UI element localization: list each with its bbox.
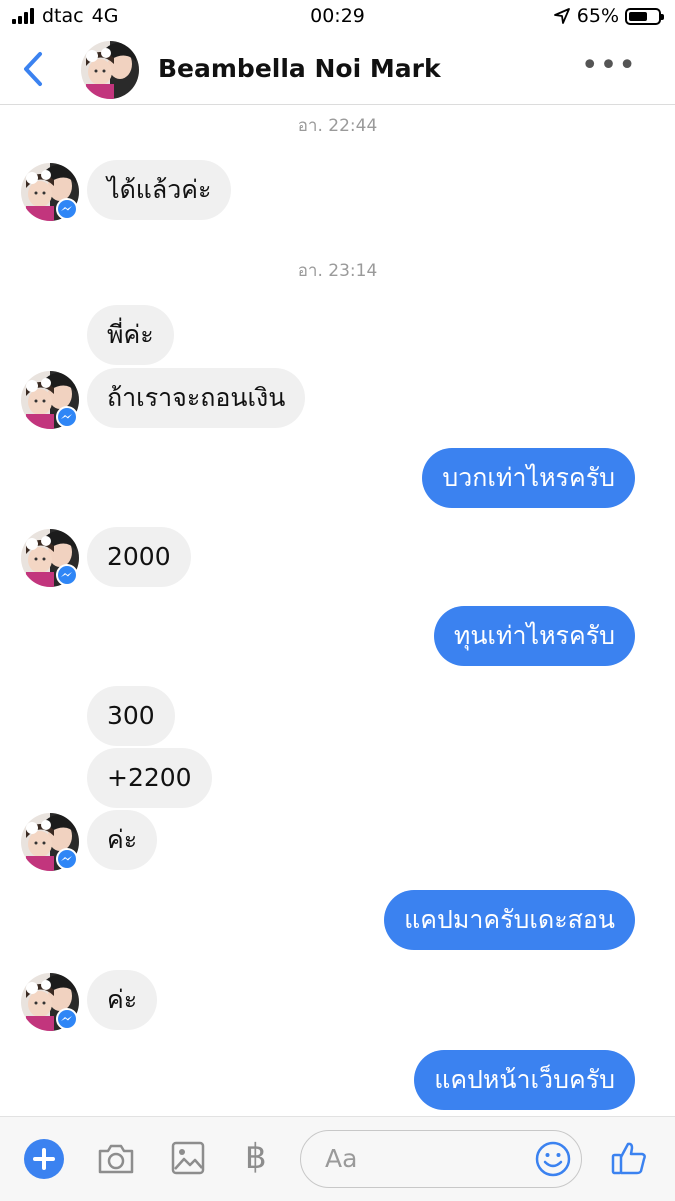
- incoming-message[interactable]: +2200: [87, 748, 212, 808]
- composer-bar: ฿ Aa: [0, 1116, 675, 1201]
- timestamp: อา. 22:44: [297, 116, 378, 136]
- gallery-icon[interactable]: [171, 1141, 205, 1175]
- incoming-message[interactable]: ถ้าเราจะถอนเงิน: [87, 368, 306, 428]
- outgoing-message[interactable]: บวกเท่าไหรครับ: [422, 448, 635, 508]
- outgoing-message[interactable]: ทุนเท่าไหรครับ: [433, 606, 635, 666]
- conversation-header: Beambella Noi Mark •••: [0, 34, 675, 105]
- timestamp: อา. 23:14: [297, 261, 378, 281]
- thumbs-up-icon[interactable]: [610, 1139, 648, 1177]
- battery-percent: 65%: [576, 5, 619, 27]
- status-right: 65%: [553, 5, 664, 27]
- incoming-message[interactable]: พี่ค่ะ: [87, 305, 174, 365]
- messenger-badge-icon: [55, 847, 79, 871]
- status-bar: dtac 4G 00:29 65%: [0, 0, 675, 34]
- emoji-icon[interactable]: [535, 1141, 571, 1177]
- incoming-message[interactable]: ค่ะ: [87, 970, 158, 1030]
- battery-icon: [625, 7, 664, 25]
- baht-icon[interactable]: ฿: [245, 1137, 267, 1177]
- incoming-message[interactable]: ได้แล้วค่ะ: [87, 160, 232, 220]
- contact-avatar[interactable]: [80, 40, 140, 100]
- incoming-message[interactable]: 300: [87, 686, 175, 746]
- incoming-message[interactable]: 2000: [87, 527, 191, 587]
- messenger-badge-icon: [55, 1007, 79, 1031]
- outgoing-message[interactable]: แคปมาครับเดะสอน: [384, 890, 635, 950]
- messenger-badge-icon: [55, 405, 79, 429]
- message-input[interactable]: Aa: [300, 1130, 582, 1188]
- messenger-badge-icon: [55, 563, 79, 587]
- plus-icon[interactable]: [24, 1139, 64, 1179]
- message-input-placeholder: Aa: [325, 1144, 358, 1173]
- back-chevron-icon[interactable]: [18, 50, 48, 88]
- messenger-badge-icon: [55, 197, 79, 221]
- location-arrow-icon: [553, 8, 570, 24]
- contact-name[interactable]: Beambella Noi Mark: [158, 54, 441, 83]
- more-dots-icon[interactable]: •••: [581, 51, 637, 81]
- camera-icon[interactable]: [96, 1141, 136, 1177]
- incoming-message[interactable]: ค่ะ: [87, 810, 158, 870]
- outgoing-message[interactable]: แคปหน้าเว็บครับ: [414, 1050, 635, 1110]
